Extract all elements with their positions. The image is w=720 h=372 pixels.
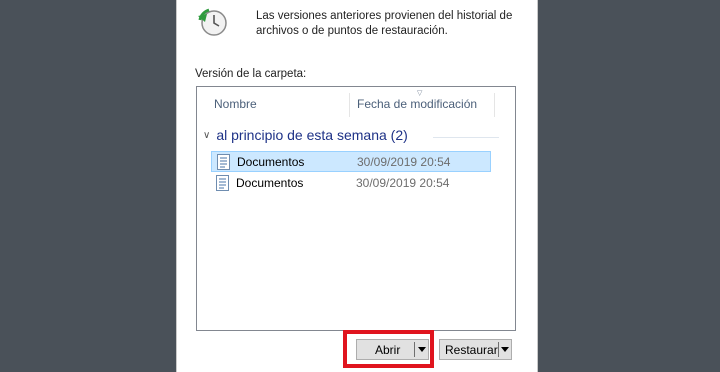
file-name: Documentos — [236, 176, 304, 190]
chevron-down-icon[interactable]: ∨ — [203, 130, 210, 141]
clock-restore-icon — [198, 8, 227, 36]
info-line-2: archivos o de puntos de restauración. — [256, 25, 448, 37]
list-item[interactable]: Documentos 30/09/2019 20:54 — [211, 173, 491, 194]
file-date: 30/09/2019 20:54 — [356, 176, 450, 190]
info-line-1: Las versiones anteriores provienen del h… — [256, 10, 513, 22]
document-icon — [216, 175, 229, 191]
column-separator[interactable] — [494, 93, 495, 117]
group-divider — [433, 137, 499, 138]
info-description: Las versiones anteriores provienen del h… — [256, 9, 526, 39]
column-header-modified[interactable]: Fecha de modificación — [357, 97, 477, 111]
versions-list[interactable]: ▽ Nombre Fecha de modificación ∨ al princ… — [196, 86, 516, 331]
folder-version-label: Versión de la carpeta: — [195, 68, 307, 80]
list-item[interactable]: Documentos 30/09/2019 20:54 — [211, 151, 491, 172]
document-icon — [217, 154, 230, 170]
restore-button[interactable]: Restaurar — [439, 339, 512, 360]
group-label: al principio de esta semana (2) — [216, 127, 408, 143]
restore-button-label: Restaurar — [445, 343, 498, 357]
group-header-this-week[interactable]: ∨ al principio de esta semana (2) — [203, 127, 408, 143]
highlight-annotation — [343, 330, 434, 368]
dropdown-arrow-icon[interactable] — [501, 347, 509, 352]
file-date: 30/09/2019 20:54 — [357, 155, 451, 169]
file-name: Documentos — [237, 155, 305, 169]
split-divider — [498, 342, 499, 357]
column-separator[interactable] — [349, 93, 350, 117]
column-header-name[interactable]: Nombre — [214, 97, 257, 111]
sort-indicator-icon: ▽ — [417, 90, 423, 97]
